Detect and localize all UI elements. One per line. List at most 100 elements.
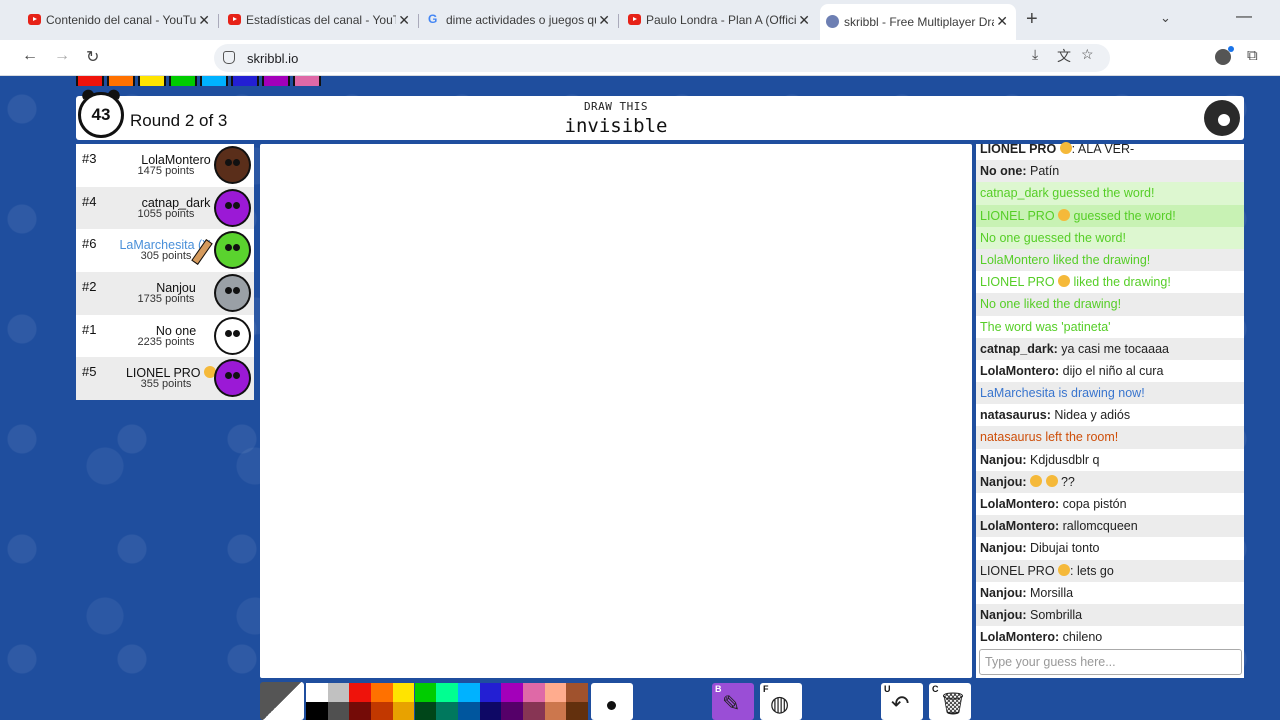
color-swatch[interactable] — [501, 701, 523, 720]
close-icon[interactable]: ✕ — [996, 13, 1008, 30]
player-row[interactable]: #5 LIONEL PRO 355 points — [76, 357, 254, 400]
timer-clock-icon: 43 — [78, 92, 124, 138]
pencil-tool-button[interactable]: B ✎ — [712, 683, 754, 720]
new-tab-button[interactable]: + — [1026, 8, 1038, 31]
color-swatch[interactable] — [457, 683, 480, 702]
guess-input[interactable] — [979, 649, 1242, 675]
player-rank: #5 — [82, 364, 97, 380]
timer-value: 43 — [91, 105, 111, 124]
color-swatch[interactable] — [327, 701, 350, 720]
browser-tab-2[interactable]: Estadísticas del canal - YouTube ✕ — [222, 6, 418, 34]
tab-title: Paulo Londra - Plan A (Official V — [646, 13, 796, 27]
brush-size-selector[interactable] — [591, 683, 633, 720]
browser-tab-3[interactable]: G dime actividades o juegos que ✕ — [422, 6, 618, 34]
tab-title: Estadísticas del canal - YouTube — [246, 13, 396, 27]
bookmark-star-icon[interactable]: ☆ — [1081, 46, 1094, 63]
player-points: 1475 points — [137, 165, 195, 177]
browser-tab-5-active[interactable]: skribbl - Free Multiplayer Drawi ✕ — [820, 4, 1016, 40]
drawing-canvas[interactable] — [260, 144, 972, 678]
color-swatch[interactable] — [327, 683, 350, 702]
omnibox[interactable]: skribbl.io — [214, 44, 1110, 72]
extensions-icon[interactable]: ⧉ — [1247, 47, 1258, 64]
color-swatch[interactable] — [349, 701, 372, 720]
current-word: invisible — [564, 115, 668, 137]
color-swatch[interactable] — [566, 701, 589, 720]
color-swatch[interactable] — [306, 683, 328, 702]
color-swatch[interactable] — [479, 701, 502, 720]
player-list: #3 LolaMontero 1475 points #4 catnap_dar… — [76, 144, 254, 400]
color-swatch[interactable] — [371, 701, 393, 720]
browser-tab-4[interactable]: Paulo Londra - Plan A (Official V ✕ — [622, 6, 818, 34]
sunglasses-emoji-icon — [1059, 142, 1072, 154]
player-avatar — [214, 231, 251, 270]
chat-message-liked: No one liked the drawing! — [976, 293, 1244, 316]
chat-message-guessed: No one guessed the word! — [976, 226, 1244, 249]
color-swatch[interactable] — [479, 683, 502, 702]
tab-separator — [618, 14, 619, 28]
clear-tool-button[interactable]: C 🗑 — [929, 683, 971, 720]
color-swatch[interactable] — [371, 683, 393, 702]
color-swatch[interactable] — [392, 701, 415, 720]
pencil-icon: ✎ — [722, 691, 741, 716]
chat-message: Nanjou: Sombrilla — [976, 603, 1244, 627]
player-avatar — [214, 146, 251, 184]
player-rank: #3 — [82, 151, 97, 166]
tab-search-chevron-icon[interactable]: ⌄ — [1160, 10, 1171, 26]
close-icon[interactable]: ✕ — [598, 12, 610, 29]
player-row[interactable]: #2 Nanjou 1735 points — [76, 271, 254, 315]
player-row[interactable]: #4 catnap_dark 1055 points — [76, 186, 254, 230]
color-swatch[interactable] — [349, 683, 372, 702]
color-swatch[interactable] — [414, 683, 437, 702]
color-swatch[interactable] — [523, 701, 545, 720]
back-arrow-icon[interactable]: ← — [22, 47, 38, 65]
player-points: 1055 points — [137, 207, 195, 220]
tab-separator — [418, 14, 419, 28]
color-swatch[interactable] — [544, 701, 567, 720]
tab-title: Contenido del canal - YouTube — [46, 13, 196, 27]
minimize-icon[interactable]: — — [1236, 8, 1252, 26]
undo-tool-button[interactable]: U ↶ — [881, 683, 923, 720]
player-rank: #1 — [82, 321, 97, 337]
player-row[interactable]: #1 No one 2235 points — [76, 314, 254, 358]
youtube-icon — [28, 14, 41, 25]
close-icon[interactable]: ✕ — [198, 12, 210, 29]
chat-message: LIONEL PRO : ALA VER- — [980, 142, 1135, 156]
url-text: skribbl.io — [247, 51, 299, 66]
install-icon[interactable]: ⤓ — [1032, 46, 1038, 63]
translate-icon[interactable]: 文 — [1057, 46, 1071, 66]
browser-tab-1[interactable]: Contenido del canal - YouTube ✕ — [22, 6, 218, 34]
color-swatch[interactable] — [436, 683, 458, 702]
fill-tool-button[interactable]: F ◍ — [760, 683, 802, 720]
reload-icon[interactable]: ↻ — [86, 47, 99, 67]
color-swatch[interactable] — [436, 701, 458, 720]
color-swatch[interactable] — [501, 683, 523, 702]
chat-message: Nanjou: Kdjdusdblr q — [980, 452, 1100, 467]
profile-avatar-icon[interactable] — [1215, 46, 1234, 65]
player-row-self[interactable]: #6 LaMarchesita (Y 305 points — [76, 229, 254, 272]
close-icon[interactable]: ✕ — [398, 12, 410, 29]
chat-message: No one: Patín — [976, 160, 1244, 183]
chat-message-guessed: LIONEL PRO guessed the word! — [976, 204, 1244, 227]
color-swatch[interactable] — [523, 683, 545, 702]
chat-message-left-room: natasaurus left the room! — [976, 426, 1244, 449]
color-swatch[interactable] — [566, 683, 589, 702]
site-info-icon[interactable] — [223, 51, 235, 64]
trash-icon: 🗑 — [939, 691, 967, 716]
fill-bucket-icon: ◍ — [770, 691, 790, 716]
color-swatch[interactable] — [414, 701, 437, 720]
color-swatch[interactable] — [392, 683, 415, 702]
chat-message: LolaMontero: copa pistón — [980, 497, 1127, 511]
settings-gear-icon[interactable] — [1204, 100, 1240, 136]
color-swatch[interactable] — [457, 701, 480, 720]
color-swatch[interactable] — [544, 683, 567, 702]
color-palette — [306, 683, 589, 720]
tab-title: dime actividades o juegos que — [446, 13, 596, 27]
forward-arrow-icon[interactable]: → — [54, 47, 70, 65]
current-color-preview[interactable] — [260, 682, 304, 720]
tab-title: skribbl - Free Multiplayer Drawi — [844, 15, 994, 29]
color-swatch[interactable] — [306, 701, 328, 720]
google-icon: G — [428, 12, 438, 26]
chat-message: LolaMontero: chileno — [980, 630, 1103, 645]
close-icon[interactable]: ✕ — [798, 12, 810, 29]
player-row[interactable]: #3 LolaMontero 1475 points — [76, 144, 254, 187]
